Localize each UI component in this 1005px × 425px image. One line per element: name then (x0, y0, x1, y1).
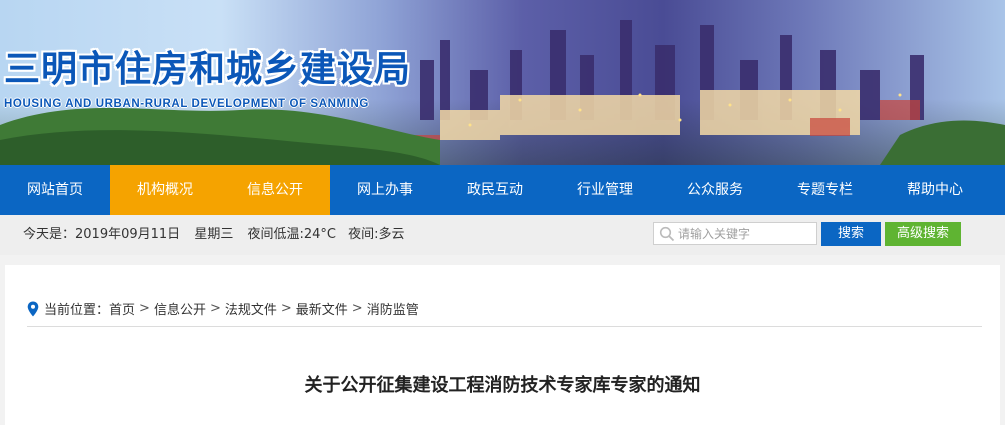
search-icon (659, 226, 675, 242)
breadcrumb-latest-files[interactable]: 最新文件 (296, 299, 348, 318)
nav-item-home[interactable]: 网站首页 (0, 165, 110, 215)
nav-filler (990, 165, 1005, 215)
content-panel: 当前位置： 首页 > 信息公开 > 法规文件 > 最新文件 > 消防监管 关于公… (5, 265, 1000, 425)
nav-item-public-services[interactable]: 公众服务 (660, 165, 770, 215)
divider (27, 326, 982, 327)
breadcrumb-info-disclosure[interactable]: 信息公开 (154, 299, 206, 318)
nav-item-about[interactable]: 机构概况 (110, 165, 220, 215)
breadcrumb-separator: > (351, 301, 363, 316)
search-box (653, 222, 817, 245)
low-temp-text: 夜间低温:24°C (247, 227, 336, 242)
breadcrumb-separator: > (280, 301, 292, 316)
search-input[interactable] (678, 223, 813, 244)
breadcrumb-regulations[interactable]: 法规文件 (225, 299, 277, 318)
date-weather-text: 今天是：2019年09月11日 星期三 夜间低温:24°C 夜间:多云 (23, 215, 415, 255)
weather-text: 夜间:多云 (348, 227, 405, 242)
nav-item-info-disclosure[interactable]: 信息公开 (220, 165, 330, 215)
breadcrumb-home[interactable]: 首页 (109, 299, 135, 318)
nav-item-interaction[interactable]: 政民互动 (440, 165, 550, 215)
site-subtitle: HOUSING AND URBAN-RURAL DEVELOPMENT OF S… (4, 98, 369, 110)
breadcrumb-separator: > (209, 301, 221, 316)
nav-item-industry[interactable]: 行业管理 (550, 165, 660, 215)
date-text: 今天是：2019年09月11日 (23, 227, 181, 242)
weekday-text: 星期三 (194, 227, 234, 242)
advanced-search-button[interactable]: 高级搜索 (885, 222, 961, 246)
breadcrumb-separator: > (139, 301, 150, 316)
breadcrumb: 当前位置： 首页 > 信息公开 > 法规文件 > 最新文件 > 消防监管 (27, 299, 419, 318)
main-nav: 网站首页 机构概况 信息公开 网上办事 政民互动 行业管理 公众服务 专题专栏 … (0, 165, 1005, 215)
nav-item-online-services[interactable]: 网上办事 (330, 165, 440, 215)
header-banner: 三明市住房和城乡建设局 HOUSING AND URBAN-RURAL DEVE… (0, 0, 1005, 165)
site-title: 三明市住房和城乡建设局 (4, 48, 412, 89)
nav-item-topics[interactable]: 专题专栏 (770, 165, 880, 215)
breadcrumb-label: 当前位置： (44, 303, 110, 318)
breadcrumb-fire-supervision[interactable]: 消防监管 (367, 299, 419, 318)
nav-item-help[interactable]: 帮助中心 (880, 165, 990, 215)
article-title: 关于公开征集建设工程消防技术专家库专家的通知 (304, 375, 701, 396)
hills-image (0, 108, 1005, 165)
search-button[interactable]: 搜索 (821, 222, 881, 246)
location-pin-icon (27, 301, 39, 316)
